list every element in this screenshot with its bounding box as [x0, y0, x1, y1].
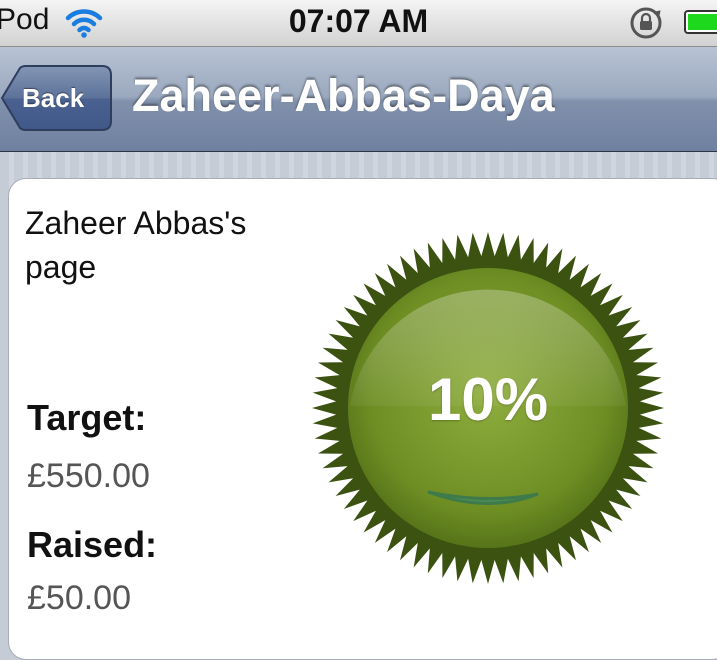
rotation-lock-icon — [630, 7, 662, 39]
navigation-bar: Back Zaheer-Abbas-Daya — [0, 47, 717, 152]
page-title: Zaheer-Abbas-Daya — [132, 70, 555, 121]
raised-label: Raised: — [27, 524, 158, 565]
status-bar: Pod 07:07 AM — [0, 0, 717, 47]
battery-icon — [684, 10, 717, 34]
raised-value: £50.00 — [27, 579, 131, 617]
target-label: Target: — [27, 397, 147, 438]
back-button[interactable]: Back — [0, 65, 112, 131]
status-clock: 07:07 AM — [288, 3, 429, 39]
progress-percent: 10% — [427, 366, 549, 433]
target-value: £550.00 — [27, 457, 150, 495]
back-button-label: Back — [22, 83, 85, 113]
page-description: Zaheer Abbas's page — [25, 205, 247, 285]
